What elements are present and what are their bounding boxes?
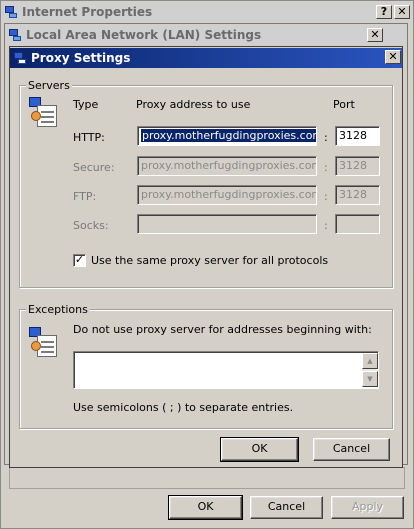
port-column-header: Port	[333, 98, 355, 111]
exceptions-instruction: Do not use proxy server for addresses be…	[73, 323, 372, 336]
socks-label: Socks:	[73, 219, 109, 232]
internet-properties-ok-button[interactable]: OK	[168, 495, 243, 520]
secure-label: Secure:	[73, 161, 115, 174]
same-proxy-checkbox[interactable]: ✓	[73, 254, 86, 267]
globe-icon	[4, 5, 18, 19]
proxy-settings-window: Proxy Settings ✕ Servers Type Proxy addr…	[9, 46, 403, 468]
socks-port-input[interactable]	[335, 214, 380, 234]
http-address-input[interactable]: proxy.motherfugdingproxies.com	[137, 126, 317, 146]
servers-legend: Servers	[26, 79, 72, 92]
lan-settings-close-button[interactable]: ✕	[367, 28, 383, 42]
exceptions-legend: Exceptions	[26, 303, 90, 316]
secure-port-input[interactable]: 3128	[335, 156, 380, 176]
proxy-server-icon	[27, 95, 59, 127]
proxy-settings-close-button[interactable]: ✕	[385, 50, 401, 64]
address-column-header: Proxy address to use	[136, 98, 251, 111]
help-button[interactable]: ?	[376, 5, 392, 19]
ftp-address-input[interactable]: proxy.motherfugdingproxies.com	[137, 185, 317, 205]
ftp-label: FTP:	[73, 190, 97, 203]
secure-address-input[interactable]: proxy.motherfugdingproxies.com	[137, 156, 317, 176]
internet-properties-title: Internet Properties	[22, 5, 153, 19]
proxy-settings-title: Proxy Settings	[31, 51, 131, 65]
ftp-port-input[interactable]: 3128	[335, 185, 380, 205]
exceptions-hint: Use semicolons ( ; ) to separate entries…	[73, 401, 294, 414]
same-proxy-label[interactable]: Use the same proxy server for all protoc…	[91, 254, 328, 267]
http-port-separator: :	[324, 131, 328, 144]
scroll-up-arrow-icon[interactable]: ▲	[362, 353, 378, 369]
exceptions-textarea[interactable]	[73, 351, 379, 389]
socks-address-input[interactable]	[137, 214, 317, 234]
proxy-ok-button[interactable]: OK	[220, 437, 299, 462]
http-port-input[interactable]: 3128	[335, 126, 380, 146]
apply-button[interactable]: Apply	[331, 496, 404, 519]
internet-properties-cancel-button[interactable]: Cancel	[250, 496, 323, 519]
exceptions-icon	[27, 325, 59, 357]
proxy-settings-titlebar[interactable]: Proxy Settings	[10, 48, 402, 68]
internet-properties-close-button[interactable]: ✕	[394, 5, 410, 19]
http-address-value: proxy.motherfugdingproxies.com	[141, 129, 316, 142]
exceptions-scrollbar[interactable]: ▲ ▼	[362, 353, 378, 387]
internet-properties-titlebar[interactable]: Internet Properties	[1, 2, 413, 22]
type-column-header: Type	[73, 98, 99, 111]
inner-panel-edge	[9, 467, 405, 489]
network-icon	[8, 28, 22, 42]
lan-settings-title: Local Area Network (LAN) Settings	[26, 28, 262, 42]
http-label: HTTP:	[73, 131, 105, 144]
scroll-down-arrow-icon[interactable]: ▼	[362, 371, 378, 387]
ftp-port-separator: :	[324, 190, 328, 203]
lan-settings-titlebar[interactable]: Local Area Network (LAN) Settings	[5, 25, 407, 45]
secure-port-separator: :	[324, 161, 328, 174]
socks-port-separator: :	[324, 219, 328, 232]
network-icon	[13, 51, 27, 65]
proxy-cancel-button[interactable]: Cancel	[313, 438, 390, 461]
